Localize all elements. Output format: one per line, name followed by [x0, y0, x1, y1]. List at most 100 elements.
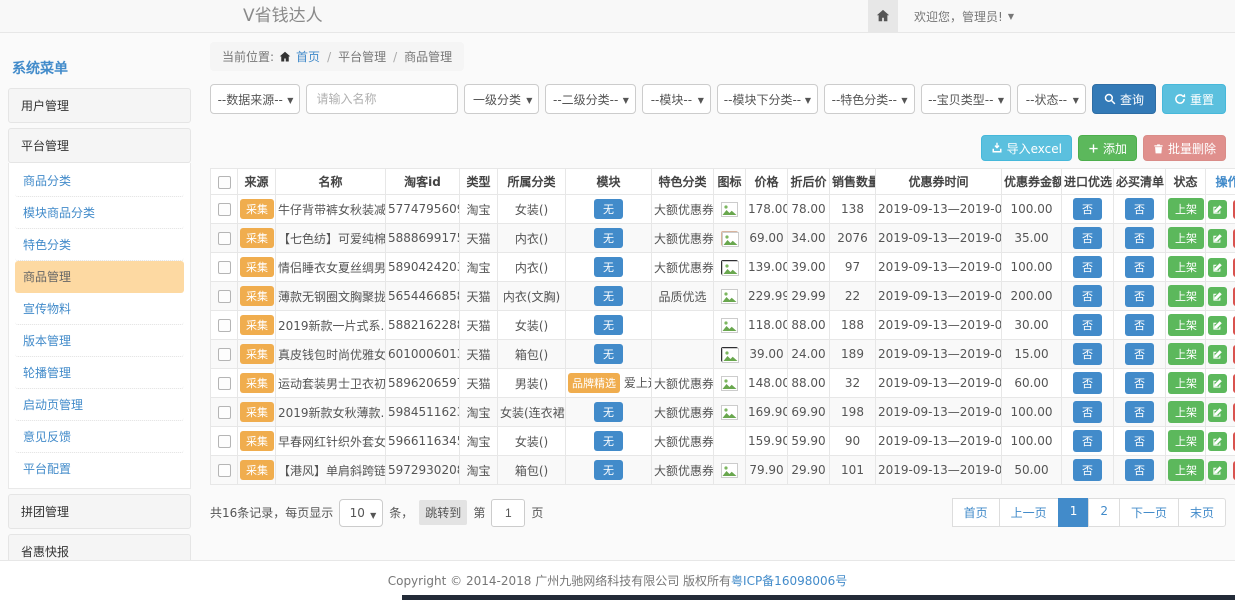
- breadcrumb-home-link[interactable]: 首页: [296, 48, 320, 65]
- module-none-badge[interactable]: 无: [594, 199, 623, 219]
- must-buy-toggle[interactable]: 否: [1125, 430, 1154, 452]
- reset-button[interactable]: 重置: [1162, 84, 1226, 114]
- filter-select[interactable]: --特色分类-- ▼: [824, 84, 914, 114]
- import-select-toggle[interactable]: 否: [1073, 401, 1102, 423]
- filter-select[interactable]: --状态-- ▼: [1017, 84, 1086, 114]
- row-checkbox[interactable]: [218, 290, 231, 303]
- add-button[interactable]: 添加: [1078, 135, 1137, 161]
- sidebar-subitem[interactable]: 宣传物料: [15, 293, 184, 325]
- module-none-badge[interactable]: 无: [594, 228, 623, 248]
- edit-button[interactable]: [1208, 432, 1227, 451]
- filter-select[interactable]: --宝贝类型-- ▼: [921, 84, 1011, 114]
- module-none-badge[interactable]: 无: [594, 286, 623, 306]
- filter-select[interactable]: --模块-- ▼: [642, 84, 711, 114]
- module-none-badge[interactable]: 无: [594, 402, 623, 422]
- feature-category: [652, 340, 714, 369]
- per-page-select[interactable]: 10 ▼: [339, 499, 383, 527]
- must-buy-toggle[interactable]: 否: [1125, 227, 1154, 249]
- home-button[interactable]: [868, 0, 898, 32]
- must-buy-toggle[interactable]: 否: [1125, 256, 1154, 278]
- sidebar-subitem[interactable]: 轮播管理: [15, 357, 184, 389]
- row-checkbox[interactable]: [218, 319, 231, 332]
- must-buy-toggle[interactable]: 否: [1125, 198, 1154, 220]
- page-button[interactable]: 下一页: [1119, 498, 1179, 527]
- import-select-toggle[interactable]: 否: [1073, 198, 1102, 220]
- import-select-toggle[interactable]: 否: [1073, 343, 1102, 365]
- row-checkbox[interactable]: [218, 435, 231, 448]
- must-buy-toggle[interactable]: 否: [1125, 459, 1154, 481]
- module-none-badge[interactable]: 无: [594, 315, 623, 335]
- icp-link[interactable]: 粤ICP备16098006号: [731, 572, 847, 589]
- must-buy-toggle[interactable]: 否: [1125, 314, 1154, 336]
- import-select-toggle[interactable]: 否: [1073, 314, 1102, 336]
- sidebar-item[interactable]: 拼团管理: [8, 494, 191, 529]
- sidebar-subitem[interactable]: 版本管理: [15, 325, 184, 357]
- module-none-badge[interactable]: 无: [594, 460, 623, 480]
- status-button[interactable]: 上架: [1168, 227, 1204, 249]
- must-buy-toggle[interactable]: 否: [1125, 401, 1154, 423]
- batch-delete-button[interactable]: 批量删除: [1143, 135, 1226, 161]
- import-select-toggle[interactable]: 否: [1073, 227, 1102, 249]
- sidebar-subitem[interactable]: 模块商品分类: [15, 197, 184, 229]
- status-button[interactable]: 上架: [1168, 314, 1204, 336]
- page-jump-input[interactable]: [491, 499, 525, 527]
- sidebar-subitem[interactable]: 启动页管理: [15, 389, 184, 421]
- data-source-select[interactable]: --数据来源-- ▼: [210, 84, 300, 114]
- sidebar-subitem[interactable]: 商品管理: [15, 261, 184, 293]
- must-buy-toggle[interactable]: 否: [1125, 285, 1154, 307]
- import-select-toggle[interactable]: 否: [1073, 459, 1102, 481]
- filter-select[interactable]: --模块下分类-- ▼: [717, 84, 818, 114]
- row-checkbox[interactable]: [218, 377, 231, 390]
- row-checkbox[interactable]: [218, 232, 231, 245]
- sidebar-item-user-management[interactable]: 用户管理: [8, 88, 191, 123]
- filter-select[interactable]: --二级分类-- ▼: [545, 84, 635, 114]
- sidebar-subitem[interactable]: 平台配置: [15, 453, 184, 484]
- status-button[interactable]: 上架: [1168, 198, 1204, 220]
- row-checkbox[interactable]: [218, 203, 231, 216]
- row-checkbox[interactable]: [218, 261, 231, 274]
- import-excel-button[interactable]: 导入excel: [981, 135, 1072, 161]
- status-button[interactable]: 上架: [1168, 430, 1204, 452]
- page-button[interactable]: 首页: [952, 498, 1000, 527]
- edit-button[interactable]: [1208, 345, 1227, 364]
- must-buy-toggle[interactable]: 否: [1125, 343, 1154, 365]
- edit-button[interactable]: [1208, 200, 1227, 219]
- page-button[interactable]: 末页: [1178, 498, 1226, 527]
- edit-button[interactable]: [1208, 461, 1227, 480]
- status-button[interactable]: 上架: [1168, 256, 1204, 278]
- edit-button[interactable]: [1208, 403, 1227, 422]
- status-button[interactable]: 上架: [1168, 401, 1204, 423]
- search-button[interactable]: 查询: [1092, 84, 1156, 114]
- page-button[interactable]: 1: [1058, 498, 1090, 527]
- sidebar-subitem[interactable]: 商品分类: [15, 165, 184, 197]
- sidebar-subitem[interactable]: 意见反馈: [15, 421, 184, 453]
- page-button[interactable]: 2: [1088, 498, 1120, 527]
- import-select-toggle[interactable]: 否: [1073, 430, 1102, 452]
- row-checkbox[interactable]: [218, 406, 231, 419]
- status-button[interactable]: 上架: [1168, 372, 1204, 394]
- edit-button[interactable]: [1208, 374, 1227, 393]
- must-buy-toggle[interactable]: 否: [1125, 372, 1154, 394]
- edit-button[interactable]: [1208, 316, 1227, 335]
- user-menu[interactable]: 欢迎您，管理员! ▼: [898, 0, 1235, 32]
- import-select-toggle[interactable]: 否: [1073, 285, 1102, 307]
- status-button[interactable]: 上架: [1168, 343, 1204, 365]
- module-none-badge[interactable]: 无: [594, 257, 623, 277]
- module-none-badge[interactable]: 无: [594, 431, 623, 451]
- edit-button[interactable]: [1208, 287, 1227, 306]
- row-checkbox[interactable]: [218, 464, 231, 477]
- sidebar-item-platform-management[interactable]: 平台管理: [8, 128, 191, 163]
- row-checkbox[interactable]: [218, 348, 231, 361]
- import-select-toggle[interactable]: 否: [1073, 256, 1102, 278]
- edit-button[interactable]: [1208, 258, 1227, 277]
- status-button[interactable]: 上架: [1168, 285, 1204, 307]
- edit-button[interactable]: [1208, 229, 1227, 248]
- import-select-toggle[interactable]: 否: [1073, 372, 1102, 394]
- status-button[interactable]: 上架: [1168, 459, 1204, 481]
- name-search-input[interactable]: [306, 84, 458, 114]
- filter-select[interactable]: 一级分类 ▼: [464, 84, 539, 114]
- select-all-checkbox[interactable]: [218, 176, 231, 189]
- page-button[interactable]: 上一页: [999, 498, 1059, 527]
- sidebar-subitem[interactable]: 特色分类: [15, 229, 184, 261]
- module-none-badge[interactable]: 无: [594, 344, 623, 364]
